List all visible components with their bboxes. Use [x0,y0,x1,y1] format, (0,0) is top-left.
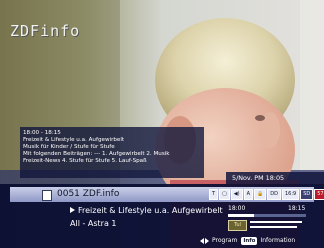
teletext-icon: T [209,189,219,200]
resolution-badge: 576i [314,189,324,200]
status-badges: T ▢ ◀) A 🔒 DD 16:9 SD 576i [208,189,324,200]
satellite-source: All - Astra 1 [70,219,117,228]
epg-description-line: Mit folgenden Beiträgen: --- 1. Aufgewir… [23,151,170,157]
epg-info-panel: 18:00 - 18:15 Freizeit & Lifestyle u.a. … [20,127,204,178]
subtitle-icon: ▢ [219,189,230,200]
aspect-ratio-icon: 16:9 [281,189,300,200]
key-hints: Program Info Information [200,236,295,245]
epg-time-range: 18:00 - 18:15 [23,130,61,136]
signal-quality-bar [250,226,298,228]
current-program: Freizeit & Lifestyle u.a. Aufgewirbelt [70,206,223,216]
channel-logo: ZDFinfo [10,22,81,40]
info-key-icon: Info [241,236,258,245]
audio-icon: ◀) [230,189,243,200]
arrow-left-icon [200,237,204,244]
signal-icon: Tul [228,220,247,231]
channel-bar: 0051 ZDF.info T ▢ ◀) A 🔒 DD 16:9 SD 576i [10,187,324,202]
epg-description-line: Freizeit & Lifestyle u.a. Aufgewirbelt [23,137,125,143]
dolby-icon: DD [267,189,281,200]
arrow-right-icon [205,237,209,244]
sd-badge: SD [300,189,314,200]
lock-icon: 🔒 [254,189,267,200]
channel-name: 0051 ZDF.info [57,189,120,199]
tv-video-frame: ZDFinfo 18:00 - 18:15 Freizeit & Lifesty… [0,0,324,248]
hint-program-label: Program [212,237,238,244]
epg-description-line: Freizeit-News 4. Stufe für Stufe 5. Lauf… [23,158,147,164]
language-icon: A [243,189,254,200]
hint-information-label: Information [260,237,296,244]
program-start-time: 18:00 [228,205,246,212]
program-progress-bar [228,214,306,217]
play-icon [70,207,75,213]
signal-strength-bar [250,221,302,223]
epg-description-line: Musik für Kinder / Stufe für Stufe [23,144,115,150]
program-title: Freizeit & Lifestyle u.a. Aufgewirbelt [78,206,223,215]
channel-list-icon [42,190,52,201]
program-end-time: 18:15 [288,205,306,212]
current-datetime: 5/Nov. PM 18:05 [226,172,324,184]
program-progress-fill [228,214,254,217]
